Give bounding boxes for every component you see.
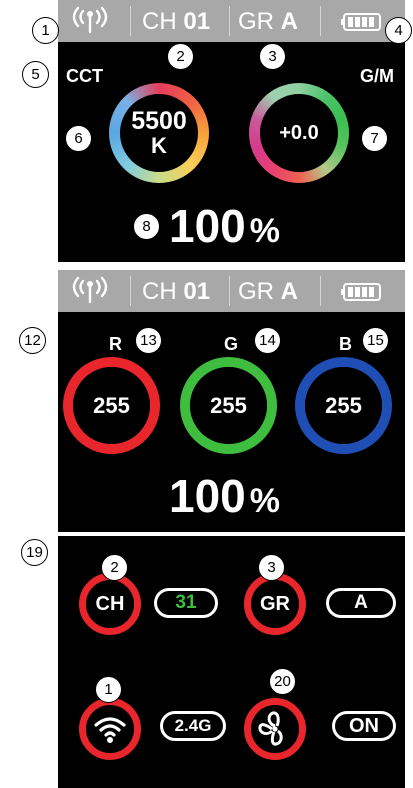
battery-full-icon [341,13,381,31]
green-label: G [224,334,239,354]
status-bar: CH 01 GR A [58,270,405,312]
callout-marker: 7 [361,125,388,152]
callout-marker: 3 [259,43,286,70]
callout-marker: 13 [135,327,162,354]
wireless-signal-icon [72,6,108,34]
fan-menu-button[interactable] [244,698,306,760]
fan-icon [258,711,283,746]
callout-marker: 1 [32,17,59,44]
wireless-signal-icon [72,276,108,304]
group-menu-button[interactable]: GR [244,573,306,635]
red-dial[interactable]: 255 [63,357,160,454]
cct-value: 5500 [131,107,187,135]
rgb-screen: CH 01 GR A R G B 255 255 255 100% [58,270,405,532]
callout-marker: 14 [254,327,281,354]
brightness-readout: 100% [169,200,280,252]
battery-full-icon [341,283,381,301]
channel-value-pill[interactable]: 31 [154,588,218,618]
callout-marker: 5 [22,61,49,88]
callout-marker: 4 [385,17,412,44]
callout-marker: 19 [21,539,48,566]
channel-indicator: CH 01 [142,278,211,305]
status-divider [320,6,321,36]
blue-value: 255 [305,367,382,444]
group-value-pill[interactable]: A [326,588,396,618]
blue-label: B [339,334,352,354]
cct-screen: CH 01 GR A CCT G/M 5500 K +0.0 100% [58,0,405,262]
wifi-icon [94,717,126,743]
cct-label: CCT [66,66,103,86]
fan-value-pill[interactable]: ON [332,711,396,741]
callout-marker: 2 [167,43,194,70]
frequency-menu-button[interactable] [79,698,141,760]
cct-unit: K [151,133,167,158]
brightness-readout: 100% [169,470,280,522]
callout-marker: 15 [362,327,389,354]
status-divider [130,276,131,306]
status-divider [130,6,131,36]
channel-menu-label: CH [95,592,125,615]
callout-marker: 3 [258,554,285,581]
red-label: R [109,334,122,354]
group-indicator: GR A [238,278,299,305]
red-value: 255 [73,367,150,444]
channel-indicator: CH 01 [142,8,211,35]
group-menu-label: GR [260,592,290,615]
blue-dial[interactable]: 255 [295,357,392,454]
callout-marker: 6 [65,125,92,152]
status-divider [229,276,230,306]
channel-menu-button[interactable]: CH [79,573,141,635]
cct-dial[interactable]: 5500 K [109,83,209,183]
callout-marker: 1 [95,676,122,703]
gm-label: G/M [360,66,394,86]
group-indicator: GR A [238,8,299,35]
frequency-value-pill[interactable]: 2.4G [160,711,226,741]
callout-marker: 8 [133,213,160,240]
gm-dial[interactable]: +0.0 [249,83,349,183]
callout-marker: 2 [101,554,128,581]
green-value: 255 [190,367,267,444]
status-divider [320,276,321,306]
status-divider [229,6,230,36]
green-dial[interactable]: 255 [180,357,277,454]
callout-marker: 12 [19,327,46,354]
gm-value: +0.0 [279,121,319,144]
callout-marker: 20 [269,668,296,695]
status-bar: CH 01 GR A [58,0,405,42]
